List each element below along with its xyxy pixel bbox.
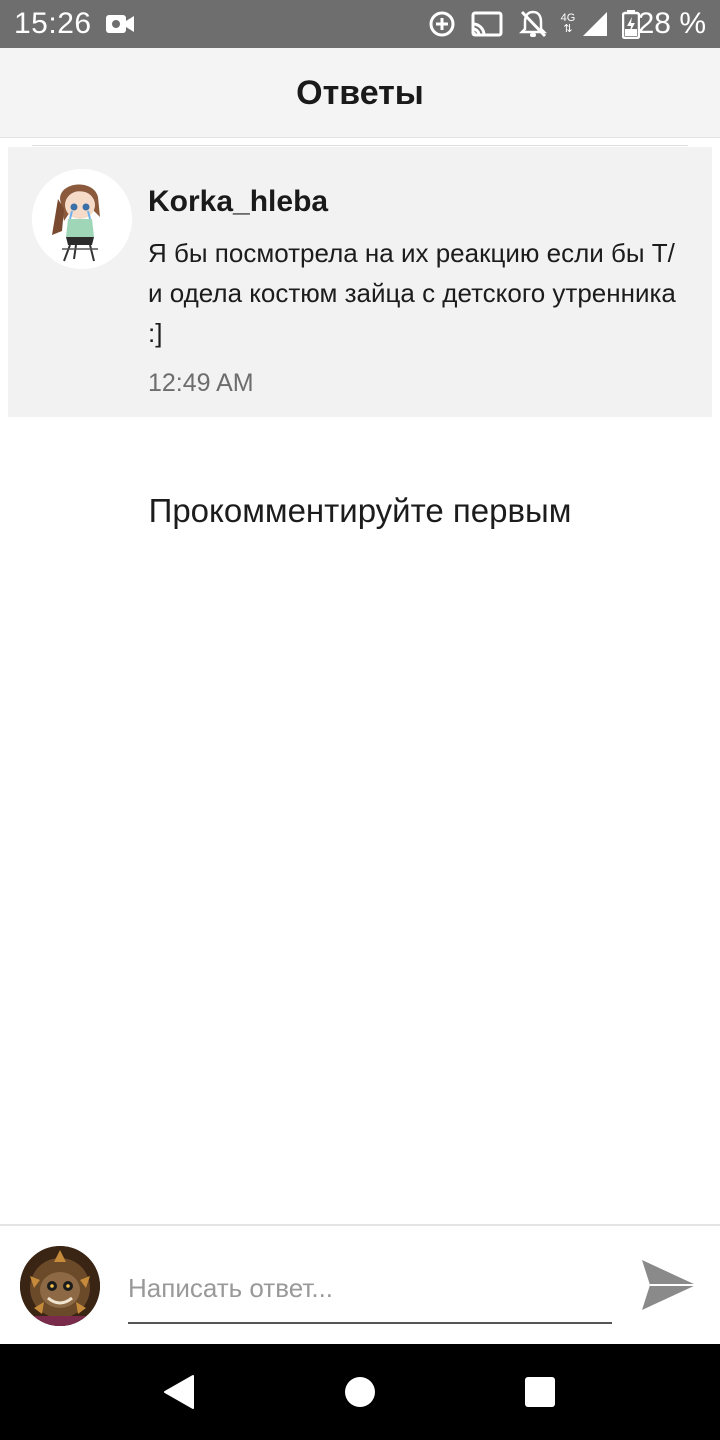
recents-button[interactable]: [516, 1368, 564, 1416]
comment-author[interactable]: Korka_hleba: [148, 185, 328, 219]
robot-character-avatar-image: [20, 1246, 100, 1326]
cast-icon: [470, 0, 504, 48]
video-recording-icon: [104, 0, 136, 48]
page-title: Ответы: [296, 74, 424, 112]
comment-timestamp: 12:49 AM: [148, 369, 254, 397]
back-icon: [164, 1375, 194, 1409]
reply-bar: [0, 1224, 720, 1344]
battery-percentage: 28 %: [637, 7, 706, 40]
original-comment: Korka_hleba Я бы посмотрела на их реакци…: [8, 147, 712, 417]
anime-girl-avatar-image: [32, 169, 132, 269]
send-button[interactable]: [636, 1252, 702, 1318]
signal-icon: [580, 0, 610, 48]
empty-replies-message: Прокомментируйте первым: [148, 492, 572, 529]
recents-icon: [525, 1377, 555, 1407]
divider: [32, 145, 688, 146]
home-icon: [345, 1377, 375, 1407]
reply-input[interactable]: [128, 1260, 612, 1324]
header: Ответы: [0, 48, 720, 138]
author-avatar[interactable]: [32, 169, 132, 269]
current-user-avatar[interactable]: [20, 1246, 100, 1326]
data-saver-icon: [426, 0, 458, 48]
home-button[interactable]: [336, 1368, 384, 1416]
status-time: 15:26: [14, 7, 92, 40]
comment-text: Я бы посмотрела на их реакцию если бы Т/…: [148, 238, 676, 348]
notifications-off-icon: [516, 0, 550, 48]
back-button[interactable]: [154, 1368, 202, 1416]
network-type: 4G ⇅: [560, 12, 576, 35]
navigation-bar: [0, 1344, 720, 1440]
send-icon: [642, 1260, 696, 1310]
status-bar: 15:26 4G ⇅ 28 %: [0, 0, 720, 48]
